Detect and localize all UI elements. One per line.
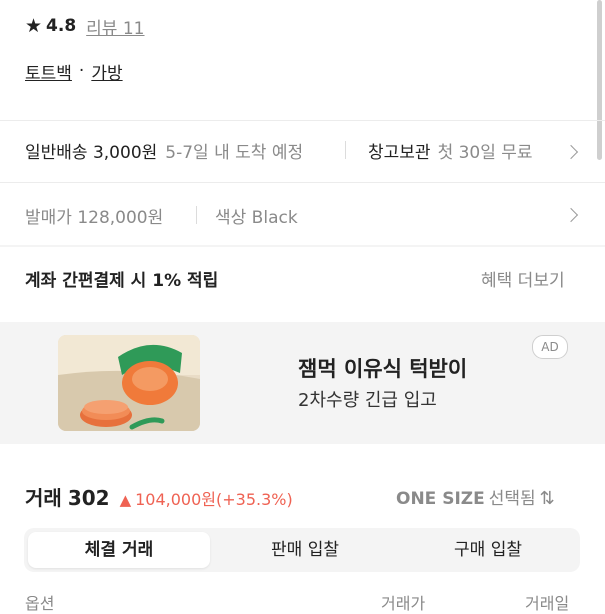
breadcrumb: 토트백 · 가방	[25, 58, 123, 84]
tab-buy-bids[interactable]: 구매 입찰	[400, 532, 576, 568]
shipping-separator	[345, 141, 346, 159]
breadcrumb-separator: ·	[78, 61, 85, 81]
shipping-type: 일반배송 3,000원	[25, 143, 158, 163]
color-info: 색상 Black	[215, 208, 298, 228]
benefit-row: 계좌 간편결제 시 1% 적립 혜택 더보기	[0, 247, 605, 307]
benefit-text: 계좌 간편결제 시 1% 적립	[25, 271, 219, 291]
trades-label: 거래	[25, 486, 62, 510]
price-up-arrow-icon: ▲	[119, 491, 132, 509]
chevron-right-icon	[563, 207, 579, 223]
info-separator	[196, 206, 197, 224]
trade-table-header: 옵션 거래가 거래일	[0, 590, 605, 613]
trades-header: 거래 302 ▲ 104,000원(+35.3%) ONE SIZE 선택됨 ⇅	[0, 478, 605, 514]
size-selector[interactable]: ONE SIZE 선택됨 ⇅	[396, 484, 555, 509]
tab-sell-bids[interactable]: 판매 입찰	[214, 532, 396, 568]
ad-badge: AD	[532, 335, 568, 359]
trades-count: 302	[67, 486, 110, 510]
rating-row: ★ 4.8 리뷰 11	[25, 12, 145, 40]
column-date: 거래일	[525, 594, 570, 613]
breadcrumb-category-bag[interactable]: 가방	[91, 59, 122, 84]
price-change: 104,000원(+35.3%)	[135, 490, 293, 509]
ad-title: 잼먹 이유식 턱받이	[298, 357, 468, 381]
trade-tabs: 체결 거래 판매 입찰 구매 입찰	[24, 528, 580, 572]
shipping-row[interactable]: 일반배송 3,000원 5-7일 내 도착 예정 창고보관 첫 30일 무료	[0, 121, 605, 181]
storage-label: 창고보관	[368, 143, 431, 163]
column-option: 옵션	[25, 594, 55, 613]
tab-concluded-trades[interactable]: 체결 거래	[28, 532, 210, 568]
size-suffix: 선택됨	[488, 489, 536, 509]
size-value: ONE SIZE	[396, 489, 485, 509]
reviews-link[interactable]: 리뷰 11	[86, 14, 144, 39]
release-price: 발매가 128,000원	[25, 208, 164, 228]
ad-banner[interactable]: 잼먹 이유식 턱받이 2차수량 긴급 입고 AD	[0, 322, 605, 444]
benefit-more-link[interactable]: 혜택 더보기	[481, 266, 565, 291]
chevron-right-icon	[563, 144, 579, 160]
product-info-row[interactable]: 발매가 128,000원 색상 Black	[0, 183, 605, 245]
up-down-arrow-icon: ⇅	[539, 488, 555, 509]
rating-score: 4.8	[46, 16, 77, 36]
baby-bib-product-image	[58, 335, 200, 431]
shipping-eta: 5-7일 내 도착 예정	[165, 143, 304, 163]
breadcrumb-category-tote[interactable]: 토트백	[25, 59, 72, 84]
star-icon: ★	[25, 14, 43, 37]
storage-value: 첫 30일 무료	[437, 143, 533, 163]
ad-subtitle: 2차수량 긴급 입고	[298, 390, 437, 411]
column-price: 거래가	[381, 594, 426, 613]
